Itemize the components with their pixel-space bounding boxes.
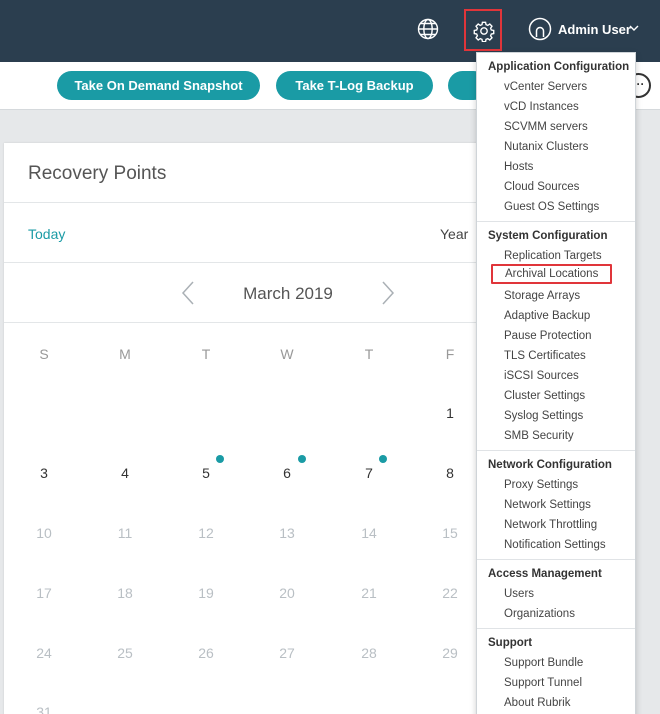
- menu-divider: [477, 450, 635, 451]
- globe-icon[interactable]: [416, 17, 440, 41]
- menu-item-cluster-settings[interactable]: Cluster Settings: [504, 390, 585, 402]
- menu-item-vcd-instances[interactable]: vCD Instances: [504, 101, 579, 113]
- snapshot-indicator: [216, 455, 224, 463]
- calendar-day: 13: [279, 525, 295, 541]
- menu-item-cloud-sources[interactable]: Cloud Sources: [504, 181, 579, 193]
- snapshot-indicator: [379, 455, 387, 463]
- weekday-label: W: [280, 346, 294, 362]
- menu-item-about-rubrik[interactable]: About Rubrik: [504, 697, 570, 709]
- menu-item-support-bundle[interactable]: Support Bundle: [504, 657, 583, 669]
- menu-item-organizations[interactable]: Organizations: [504, 608, 575, 620]
- menu-item-network-settings[interactable]: Network Settings: [504, 499, 591, 511]
- calendar-day: 29: [442, 645, 458, 661]
- menu-item-replication-targets[interactable]: Replication Targets: [504, 250, 602, 262]
- weekday-label: S: [39, 346, 49, 362]
- weekday-label: T: [201, 346, 211, 362]
- menu-item-archival-locations[interactable]: Archival Locations: [491, 264, 613, 284]
- menu-section-header: Support: [488, 637, 533, 649]
- calendar-day: 26: [198, 645, 214, 661]
- weekday-label: F: [445, 346, 455, 362]
- calendar-day: 22: [442, 585, 458, 601]
- menu-item-guest-os-settings[interactable]: Guest OS Settings: [504, 201, 599, 213]
- settings-menu: Application Configuration vCenter Server…: [476, 52, 636, 714]
- menu-item-tls-certificates[interactable]: TLS Certificates: [504, 350, 586, 362]
- calendar-day[interactable]: 3: [29, 465, 59, 481]
- menu-item-vcenter-servers[interactable]: vCenter Servers: [504, 81, 587, 93]
- menu-item-nutanix-clusters[interactable]: Nutanix Clusters: [504, 141, 588, 153]
- menu-section-header: Network Configuration: [488, 459, 612, 471]
- menu-section-header: Application Configuration: [488, 61, 630, 73]
- month-label: March 2019: [243, 284, 333, 303]
- calendar-day: 21: [361, 585, 377, 601]
- menu-item-hosts[interactable]: Hosts: [504, 161, 533, 173]
- divider: [4, 202, 494, 203]
- user-icon[interactable]: [528, 16, 552, 42]
- chevron-down-icon[interactable]: [629, 24, 639, 32]
- today-link[interactable]: Today: [28, 226, 65, 242]
- settings-button[interactable]: [464, 9, 502, 51]
- weekday-label: M: [119, 346, 131, 362]
- menu-item-proxy-settings[interactable]: Proxy Settings: [504, 479, 578, 491]
- calendar-day[interactable]: 6: [272, 465, 302, 481]
- year-tab[interactable]: Year: [440, 226, 468, 242]
- user-name[interactable]: Admin User: [558, 22, 631, 37]
- snapshot-indicator: [298, 455, 306, 463]
- calendar-day: 31: [36, 704, 52, 714]
- gear-icon: [473, 21, 495, 42]
- menu-item-storage-arrays[interactable]: Storage Arrays: [504, 290, 580, 302]
- menu-item-users[interactable]: Users: [504, 588, 534, 600]
- divider: [4, 262, 494, 263]
- calendar-day: 11: [117, 525, 133, 541]
- calendar-day: 12: [198, 525, 214, 541]
- weekday-label: T: [364, 346, 374, 362]
- recovery-points-panel: Recovery Points Today Year March 2019 S …: [4, 143, 494, 714]
- menu-item-network-throttling[interactable]: Network Throttling: [504, 519, 597, 531]
- calendar-day: 10: [36, 525, 52, 541]
- menu-item-adaptive-backup[interactable]: Adaptive Backup: [504, 310, 590, 322]
- menu-divider: [477, 221, 635, 222]
- calendar-day: 20: [279, 585, 295, 601]
- calendar-day[interactable]: 8: [435, 465, 465, 481]
- calendar-day: 19: [198, 585, 214, 601]
- chevron-left-icon[interactable]: [180, 280, 196, 306]
- menu-section-header: System Configuration: [488, 230, 608, 242]
- calendar-day: 28: [361, 645, 377, 661]
- menu-item-scvmm-servers[interactable]: SCVMM servers: [504, 121, 588, 133]
- take-on-demand-snapshot-button[interactable]: Take On Demand Snapshot: [57, 71, 260, 100]
- menu-divider: [477, 628, 635, 629]
- menu-item-syslog-settings[interactable]: Syslog Settings: [504, 410, 583, 422]
- calendar-day[interactable]: 1: [435, 405, 465, 421]
- calendar-day: 24: [36, 645, 52, 661]
- chevron-right-icon[interactable]: [380, 280, 396, 306]
- menu-item-support-tunnel[interactable]: Support Tunnel: [504, 677, 582, 689]
- menu-section-header: Access Management: [488, 568, 602, 580]
- calendar-day[interactable]: 5: [191, 465, 221, 481]
- menu-divider: [477, 559, 635, 560]
- calendar-day: 25: [117, 645, 133, 661]
- take-tlog-backup-button[interactable]: Take T-Log Backup: [276, 71, 433, 100]
- calendar-day: 27: [279, 645, 295, 661]
- calendar-day[interactable]: 7: [354, 465, 384, 481]
- panel-title: Recovery Points: [28, 163, 167, 184]
- calendar-day[interactable]: 4: [110, 465, 140, 481]
- calendar-day: 17: [36, 585, 52, 601]
- menu-item-iscsi-sources[interactable]: iSCSI Sources: [504, 370, 579, 382]
- menu-item-pause-protection[interactable]: Pause Protection: [504, 330, 592, 342]
- divider: [4, 322, 494, 323]
- menu-item-notification-settings[interactable]: Notification Settings: [504, 539, 606, 551]
- calendar-day: 18: [117, 585, 133, 601]
- menu-item-smb-security[interactable]: SMB Security: [504, 430, 574, 442]
- calendar-day: 14: [361, 525, 377, 541]
- calendar-day: 15: [442, 525, 458, 541]
